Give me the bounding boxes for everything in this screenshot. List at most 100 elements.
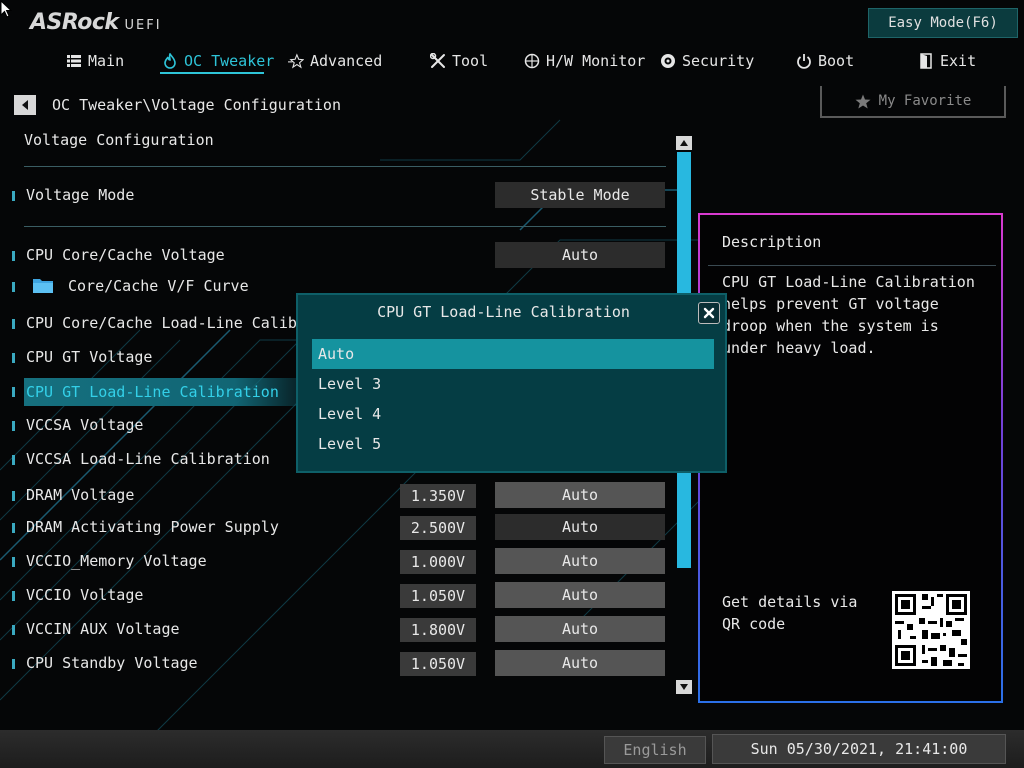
dialog-title: CPU GT Load-Line Calibration — [377, 303, 630, 321]
setting-row-dram-voltage[interactable]: DRAM Voltage 1.350V Auto — [0, 482, 680, 510]
tab-hw-monitor[interactable]: H/W Monitor — [524, 48, 645, 74]
top-nav: Main OC Tweaker Advanced Tool H/W Monito… — [0, 48, 1024, 74]
setting-current-value: 1.050V — [400, 652, 476, 676]
tab-hw-monitor-label: H/W Monitor — [546, 52, 646, 70]
setting-label: VCCSA Load-Line Calibration — [26, 450, 270, 468]
tab-security-label: Security — [682, 52, 755, 70]
dialog-close-button[interactable] — [698, 302, 720, 324]
shield-icon — [660, 53, 676, 69]
row-bullet — [12, 251, 15, 261]
setting-option[interactable]: Auto — [495, 650, 665, 676]
asrock-uefi-logo: ASRock UEFI — [30, 10, 162, 35]
description-panel: Description CPU GT Load-Line Calibration… — [698, 213, 1003, 703]
scroll-down-button[interactable] — [676, 680, 692, 694]
setting-label: CPU Core/Cache Voltage — [26, 246, 225, 264]
setting-row-voltage-mode[interactable]: Voltage Mode Stable Mode — [0, 182, 680, 210]
setting-label: VCCIN AUX Voltage — [26, 620, 180, 638]
row-bullet — [12, 491, 15, 501]
tab-security[interactable]: Security — [660, 48, 754, 74]
setting-row-dram-activating-power-supply[interactable]: DRAM Activating Power Supply 2.500V Auto — [0, 514, 680, 542]
tab-advanced[interactable]: Advanced — [288, 48, 382, 74]
tab-main-label: Main — [88, 52, 125, 70]
row-bullet — [12, 282, 15, 292]
folder-icon — [33, 279, 53, 293]
row-bullet — [12, 523, 15, 533]
setting-option[interactable]: Stable Mode — [495, 182, 665, 208]
setting-current-value: 2.500V — [400, 516, 476, 540]
dialog-option-list: Auto Level 3 Level 4 Level 5 — [312, 339, 714, 459]
close-icon — [703, 307, 715, 319]
divider — [708, 265, 996, 266]
setting-row-vccio-voltage[interactable]: VCCIO Voltage 1.050V Auto — [0, 582, 680, 610]
setting-label: VCCSA Voltage — [26, 416, 144, 434]
row-bullet — [12, 319, 15, 329]
tab-tool[interactable]: Tool — [430, 48, 488, 74]
setting-current-value: 1.800V — [400, 618, 476, 642]
setting-current-value: 1.350V — [400, 484, 476, 508]
row-bullet — [12, 353, 15, 363]
footer-bar: English Sun 05/30/2021, 21:41:00 — [0, 730, 1024, 768]
arrow-down-icon — [680, 684, 688, 690]
scroll-up-button[interactable] — [676, 136, 692, 150]
setting-option[interactable]: Auto — [495, 514, 665, 540]
dialog-option-level-5[interactable]: Level 5 — [312, 429, 714, 459]
tab-oc-tweaker-label: OC Tweaker — [184, 52, 275, 70]
qr-label: Get details via QR code — [722, 593, 858, 633]
setting-label: VCCIO_Memory Voltage — [26, 552, 207, 570]
active-tab-underline — [160, 72, 264, 74]
llc-options-dialog: CPU GT Load-Line Calibration Auto Level … — [296, 293, 727, 473]
list-icon — [66, 53, 82, 69]
setting-label: CPU Core/Cache Load-Line Calibrat — [26, 314, 325, 332]
setting-row-cpu-core-cache-voltage[interactable]: CPU Core/Cache Voltage Auto — [0, 242, 680, 270]
setting-current-value: 1.050V — [400, 584, 476, 608]
tab-boot[interactable]: Boot — [796, 48, 854, 74]
setting-label: CPU GT Load-Line Calibration — [24, 378, 325, 406]
mouse-cursor-icon — [0, 0, 12, 18]
star-icon — [855, 94, 871, 108]
exit-door-icon — [918, 53, 934, 69]
setting-row-vccin-aux-voltage[interactable]: VCCIN AUX Voltage 1.800V Auto — [0, 616, 680, 644]
dialog-option-auto[interactable]: Auto — [312, 339, 714, 369]
setting-option[interactable]: Auto — [495, 482, 665, 508]
setting-option[interactable]: Auto — [495, 582, 665, 608]
my-favorite-button[interactable]: My Favorite — [820, 86, 1006, 118]
setting-row-cpu-standby-voltage[interactable]: CPU Standby Voltage 1.050V Auto — [0, 650, 680, 678]
easy-mode-button[interactable]: Easy Mode(F6) — [868, 8, 1018, 38]
tab-advanced-label: Advanced — [310, 52, 383, 70]
arrow-up-icon — [680, 140, 688, 146]
row-bullet — [12, 625, 15, 635]
setting-option[interactable]: Auto — [495, 548, 665, 574]
tab-boot-label: Boot — [818, 52, 855, 70]
language-button[interactable]: English — [604, 736, 706, 764]
tab-main[interactable]: Main — [66, 48, 124, 74]
description-text: CPU GT Load-Line Calibration helps preve… — [722, 273, 975, 357]
flame-icon — [162, 53, 178, 69]
tab-exit-label: Exit — [940, 52, 977, 70]
dialog-option-level-3[interactable]: Level 3 — [312, 369, 714, 399]
setting-label: DRAM Activating Power Supply — [26, 518, 279, 536]
setting-option[interactable]: Auto — [495, 616, 665, 642]
dialog-option-level-4[interactable]: Level 4 — [312, 399, 714, 429]
tab-oc-tweaker[interactable]: OC Tweaker — [162, 48, 274, 74]
description-title: Description — [722, 233, 822, 251]
setting-label: CPU GT Voltage — [26, 348, 153, 366]
brand-name: ASRock — [30, 10, 119, 35]
row-bullet — [12, 455, 15, 465]
setting-label: Voltage Mode — [26, 186, 135, 204]
divider — [24, 226, 666, 227]
tab-exit[interactable]: Exit — [918, 48, 976, 74]
brand-sub: UEFI — [124, 18, 162, 33]
date-time-display: Sun 05/30/2021, 21:41:00 — [712, 734, 1006, 764]
divider — [24, 166, 666, 167]
row-bullet — [12, 387, 15, 397]
my-favorite-label: My Favorite — [878, 93, 972, 109]
setting-label: VCCIO Voltage — [26, 586, 144, 604]
back-button[interactable] — [14, 95, 36, 115]
setting-label: DRAM Voltage — [26, 486, 135, 504]
breadcrumb: OC Tweaker\Voltage Configuration — [52, 96, 341, 114]
setting-row-vccio-memory-voltage[interactable]: VCCIO_Memory Voltage 1.000V Auto — [0, 548, 680, 576]
tab-tool-label: Tool — [452, 52, 489, 70]
setting-label: CPU Standby Voltage — [26, 654, 198, 672]
qr-code-icon — [892, 591, 970, 669]
setting-option[interactable]: Auto — [495, 242, 665, 268]
